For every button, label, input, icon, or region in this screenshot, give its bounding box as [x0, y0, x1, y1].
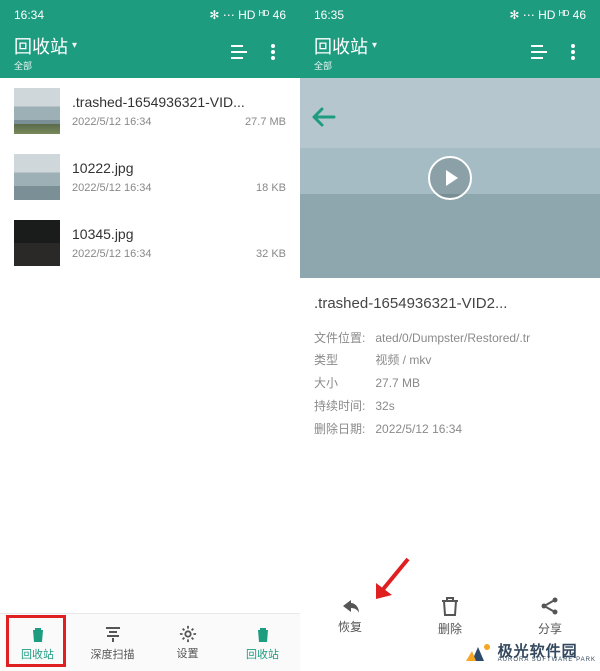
- chevron-down-icon[interactable]: ▾: [372, 40, 377, 51]
- status-bar: 16:34 ✻ ⋯ HD ᴴᴰ 46: [0, 0, 300, 30]
- share-button[interactable]: 分享: [538, 596, 562, 637]
- nav-label: 回收站: [246, 646, 279, 662]
- value-size: 27.7 MB: [375, 376, 420, 390]
- file-name: .trashed-1654936321-VID...: [72, 94, 286, 110]
- header-title[interactable]: 回收站: [14, 33, 68, 59]
- nav-label: 深度扫描: [91, 646, 135, 662]
- nav-label: 设置: [177, 645, 199, 661]
- nav-recycle-bin[interactable]: 回收站: [0, 614, 75, 671]
- delete-button[interactable]: 删除: [438, 596, 462, 637]
- value-type: 视频 / mkv: [375, 353, 431, 367]
- list-item[interactable]: 10222.jpg 2022/5/12 16:34 18 KB: [0, 144, 300, 210]
- file-size: 32 KB: [256, 248, 286, 260]
- watermark: 极光软件园 AURORA SOFTWARE PARK: [464, 641, 596, 665]
- action-label: 恢复: [338, 618, 362, 635]
- chevron-down-icon[interactable]: ▾: [72, 40, 77, 51]
- more-icon[interactable]: [556, 44, 590, 60]
- label-type: 类型: [314, 349, 372, 372]
- file-name: 10222.jpg: [72, 160, 286, 176]
- list-item[interactable]: .trashed-1654936321-VID... 2022/5/12 16:…: [0, 78, 300, 144]
- file-size: 27.7 MB: [245, 116, 286, 128]
- file-name: 10345.jpg: [72, 226, 286, 242]
- value-duration: 32s: [375, 399, 394, 413]
- label-location: 文件位置:: [314, 327, 372, 350]
- value-deleted: 2022/5/12 16:34: [375, 422, 462, 436]
- nav-recycle-bin-2[interactable]: 回收站: [225, 614, 300, 671]
- video-preview[interactable]: [300, 78, 600, 278]
- bottom-nav: 回收站 深度扫描 设置 回收站: [0, 613, 300, 671]
- status-bar: 16:35 ✻ ⋯ HD ᴴᴰ 46: [300, 0, 600, 30]
- nav-settings[interactable]: 设置: [150, 614, 225, 671]
- file-details: .trashed-1654936321-VID2... 文件位置: ated/0…: [300, 278, 600, 452]
- action-label: 分享: [538, 620, 562, 637]
- phone-left: 16:34 ✻ ⋯ HD ᴴᴰ 46 回收站 ▾ 全部: [0, 0, 300, 671]
- label-deleted: 删除日期:: [314, 418, 372, 441]
- nav-deep-scan[interactable]: 深度扫描: [75, 614, 150, 671]
- label-duration: 持续时间:: [314, 395, 372, 418]
- header-subtitle: 全部: [14, 59, 32, 72]
- file-date: 2022/5/12 16:34: [72, 116, 152, 128]
- watermark-sub: AURORA SOFTWARE PARK: [498, 657, 596, 663]
- file-date: 2022/5/12 16:34: [72, 248, 152, 260]
- status-time: 16:34: [14, 8, 44, 22]
- thumbnail-icon: [14, 88, 60, 134]
- back-arrow-icon[interactable]: [310, 106, 336, 133]
- thumbnail-icon: [14, 220, 60, 266]
- more-icon[interactable]: [256, 44, 290, 60]
- file-list: .trashed-1654936321-VID... 2022/5/12 16:…: [0, 78, 300, 613]
- play-icon[interactable]: [428, 156, 472, 200]
- fullscreen-icon[interactable]: [522, 44, 556, 60]
- red-arrow-icon: [370, 555, 414, 603]
- file-size: 18 KB: [256, 182, 286, 194]
- status-time: 16:35: [314, 8, 344, 22]
- list-item[interactable]: 10345.jpg 2022/5/12 16:34 32 KB: [0, 210, 300, 276]
- fullscreen-icon[interactable]: [222, 44, 256, 60]
- header-title[interactable]: 回收站: [314, 33, 368, 59]
- detail-title: .trashed-1654936321-VID2...: [314, 290, 586, 319]
- value-location: ated/0/Dumpster/Restored/.tr: [375, 331, 530, 345]
- status-icons: ✻ ⋯ HD ᴴᴰ 46: [509, 8, 586, 22]
- app-header: 回收站 ▾ 全部: [300, 30, 600, 78]
- restore-button[interactable]: 恢复: [338, 596, 362, 637]
- label-size: 大小: [314, 372, 372, 395]
- logo-icon: [464, 641, 492, 665]
- app-header: 回收站 ▾ 全部: [0, 30, 300, 78]
- thumbnail-icon: [14, 154, 60, 200]
- status-icons: ✻ ⋯ HD ᴴᴰ 46: [209, 8, 286, 22]
- file-date: 2022/5/12 16:34: [72, 182, 152, 194]
- phone-right: 16:35 ✻ ⋯ HD ᴴᴰ 46 回收站 ▾ 全部: [300, 0, 600, 671]
- header-subtitle: 全部: [314, 59, 332, 72]
- nav-label: 回收站: [21, 646, 54, 662]
- action-bar: 恢复 删除 分享: [300, 586, 600, 643]
- action-label: 删除: [438, 620, 462, 637]
